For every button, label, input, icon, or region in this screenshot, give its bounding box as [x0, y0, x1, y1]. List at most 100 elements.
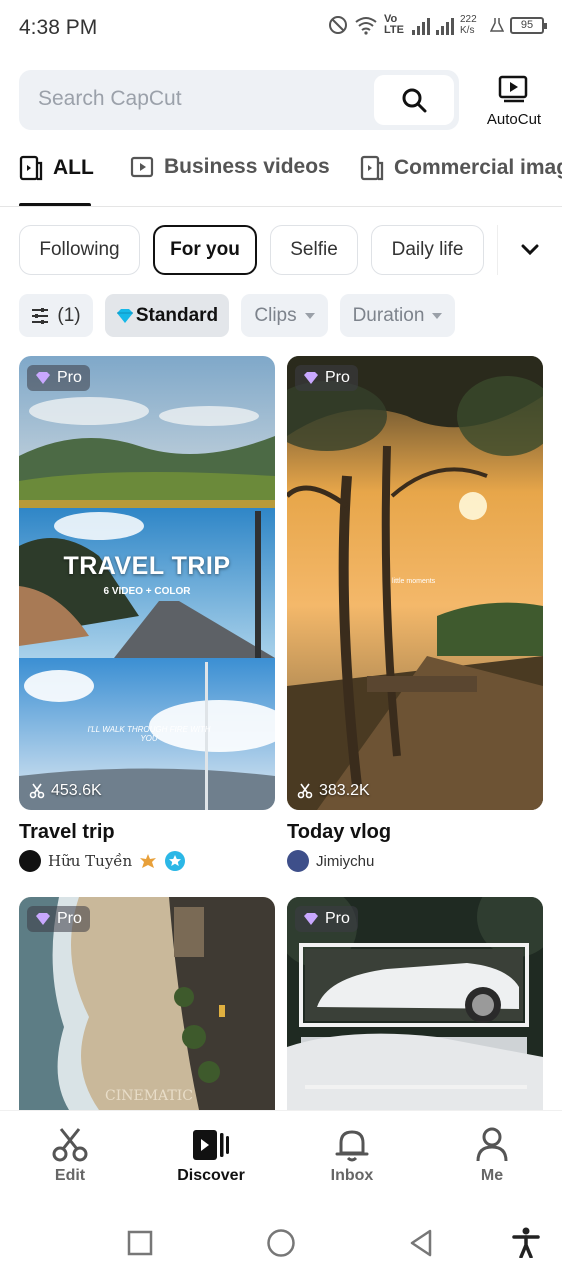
do-not-disturb-icon	[329, 16, 347, 34]
diamond-icon	[116, 308, 133, 323]
nav-label: Me	[480, 1167, 504, 1184]
filter-duration-dropdown[interactable]: Duration	[340, 294, 455, 337]
wifi-icon	[355, 17, 377, 35]
network-type: Vo LTE	[384, 13, 404, 36]
nav-me[interactable]: Me	[442, 1125, 542, 1185]
scissors-icon	[52, 1128, 88, 1162]
sliders-icon	[32, 307, 49, 324]
filter-duration-label: Duration	[352, 304, 425, 326]
gem-icon	[304, 913, 318, 925]
chip-following[interactable]: Following	[19, 225, 140, 275]
network-speed: 222 K/s	[460, 14, 477, 36]
nav-label: Edit	[54, 1167, 86, 1184]
template-icon	[360, 155, 384, 181]
gem-icon	[36, 913, 50, 925]
nav-label: Discover	[177, 1167, 245, 1184]
status-icons: Vo LTE 222 K/s 95	[328, 13, 547, 36]
filter-clips-dropdown[interactable]: Clips	[241, 294, 328, 337]
battery-icon: 95	[510, 16, 547, 34]
template-card-today-vlog[interactable]: little moments Pro 383.2K	[287, 356, 543, 810]
pro-badge: Pro	[295, 906, 358, 932]
search-bar[interactable]: Search CapCut	[19, 70, 459, 130]
flask-icon	[490, 18, 504, 32]
thumbnail-overlay-subtitle: 6 VIDEO + COLOR	[103, 586, 191, 597]
avatar	[19, 850, 41, 872]
gem-icon	[36, 372, 50, 384]
autocut-button[interactable]: AutoCut	[480, 74, 548, 130]
chip-for-you[interactable]: For you	[153, 225, 257, 275]
category-tabs: ALL Business videos Commercial imag	[0, 145, 562, 207]
filter-clips-label: Clips	[254, 304, 297, 326]
active-tab-indicator	[19, 203, 91, 206]
pro-label: Pro	[325, 910, 350, 927]
signal-icon-2	[436, 15, 454, 35]
person-icon	[476, 1127, 508, 1162]
thumbnail-overlay-text: CINEMATIC	[105, 1088, 193, 1104]
card-title[interactable]: Travel trip	[19, 821, 115, 844]
template-card-cars[interactable]: Pro	[287, 897, 543, 1110]
gem-icon	[304, 372, 318, 384]
thumbnail-overlay-text: little moments	[392, 578, 436, 585]
tab-label: Commercial imag	[394, 156, 562, 179]
search-placeholder[interactable]: Search CapCut	[38, 87, 182, 111]
nav-discover[interactable]: Discover	[161, 1125, 261, 1185]
card-author[interactable]: Hữu Tuyền	[19, 850, 186, 872]
bell-icon	[335, 1130, 369, 1162]
filter-standard[interactable]: Standard	[105, 294, 229, 337]
status-time: 4:38 PM	[19, 16, 98, 39]
scissors-icon	[297, 783, 313, 799]
home-icon[interactable]	[266, 1228, 296, 1258]
system-navigation-bar	[0, 1200, 562, 1280]
back-icon[interactable]	[408, 1228, 434, 1258]
card-author[interactable]: Jimiychu	[287, 850, 374, 872]
pro-label: Pro	[57, 910, 82, 927]
scissors-icon	[29, 783, 45, 799]
discover-icon	[193, 1130, 229, 1160]
play-icon	[130, 156, 154, 178]
nav-inbox[interactable]: Inbox	[302, 1125, 402, 1185]
pro-label: Pro	[325, 369, 350, 386]
autocut-label: AutoCut	[486, 111, 542, 128]
expand-chips-button[interactable]	[497, 225, 562, 275]
template-card-cinematic[interactable]: CINEMATIC Pro	[19, 897, 275, 1110]
thumbnail-overlay-title: TRAVEL TRIP	[63, 552, 231, 580]
filter-settings-button[interactable]: (1)	[19, 294, 93, 337]
search-button[interactable]	[374, 75, 454, 125]
card-title[interactable]: Today vlog	[287, 821, 391, 844]
avatar	[287, 850, 309, 872]
pro-badge: Pro	[27, 365, 90, 391]
usage-value: 383.2K	[319, 782, 370, 799]
bottom-navigation: Edit Discover Inbox Me	[0, 1110, 562, 1200]
search-icon	[402, 88, 427, 113]
tab-commercial-images[interactable]: Commercial imag	[360, 155, 562, 181]
verified-star-icon	[165, 851, 186, 871]
nav-label: Inbox	[330, 1167, 374, 1184]
template-card-travel-trip[interactable]: TRAVEL TRIP 6 VIDEO + COLOR I'LL WALK TH…	[19, 356, 275, 810]
autocut-icon	[498, 75, 528, 103]
pro-label: Pro	[57, 369, 82, 386]
pro-badge: Pro	[27, 906, 90, 932]
caret-down-icon	[304, 312, 315, 319]
tab-business-videos[interactable]: Business videos	[130, 155, 330, 179]
usage-count: 453.6K	[29, 782, 102, 800]
nav-edit[interactable]: Edit	[20, 1125, 120, 1185]
usage-count: 383.2K	[297, 782, 370, 800]
caret-down-icon	[432, 312, 443, 319]
chip-selfie[interactable]: Selfie	[270, 225, 358, 275]
author-name: Jimiychu	[316, 852, 375, 870]
accessibility-icon[interactable]	[512, 1226, 540, 1258]
status-bar: 4:38 PM Vo LTE 222 K/s 95	[0, 0, 562, 58]
tab-all[interactable]: ALL	[19, 155, 94, 181]
chip-daily-life[interactable]: Daily life	[371, 225, 484, 275]
thumbnail-overlay-line: I'LL WALK THROUGH FIRE WITH YOU	[87, 725, 211, 743]
tab-label: ALL	[53, 156, 94, 179]
tab-label: Business videos	[164, 155, 330, 178]
author-name: Hữu Tuyền	[48, 852, 133, 870]
signal-icon	[412, 15, 430, 35]
filter-count: (1)	[57, 304, 81, 326]
filter-standard-label: Standard	[135, 304, 219, 326]
template-icon	[19, 155, 43, 181]
leaf-icon	[140, 854, 157, 868]
pro-badge: Pro	[295, 365, 358, 391]
recents-icon[interactable]	[127, 1230, 153, 1256]
